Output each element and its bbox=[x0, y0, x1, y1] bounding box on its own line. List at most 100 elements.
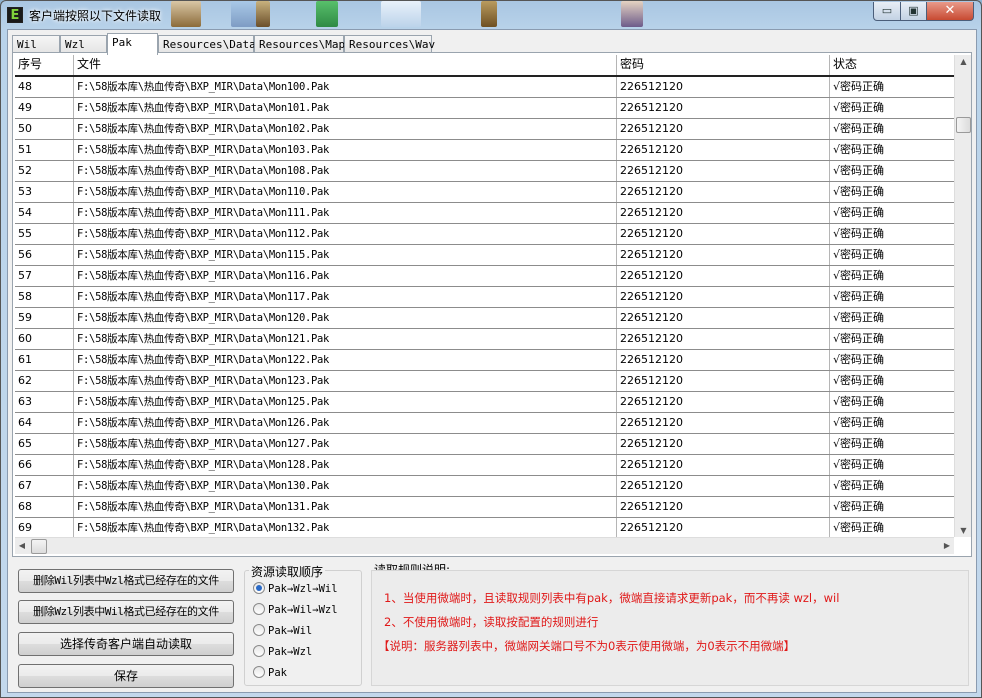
cell-password: 226512120 bbox=[617, 434, 830, 454]
cell-file: F:\58版本库\热血传奇\BXP_MIR\Data\Mon112.Pak bbox=[74, 224, 617, 244]
cell-index: 63 bbox=[15, 392, 74, 412]
cell-file: F:\58版本库\热血传奇\BXP_MIR\Data\Mon103.Pak bbox=[74, 140, 617, 160]
cell-index: 56 bbox=[15, 245, 74, 265]
delete-wil-duplicates-button[interactable]: 删除Wil列表中Wzl格式已经存在的文件 bbox=[18, 569, 234, 593]
horizontal-scrollbar[interactable]: ◀ ▶ bbox=[15, 537, 954, 554]
header-status[interactable]: 状态 bbox=[830, 55, 954, 75]
cell-file: F:\58版本库\热血传奇\BXP_MIR\Data\Mon110.Pak bbox=[74, 182, 617, 202]
cell-index: 50 bbox=[15, 119, 74, 139]
cell-index: 49 bbox=[15, 98, 74, 118]
vertical-scroll-thumb[interactable] bbox=[956, 117, 971, 133]
pak-tab-panel: 序号 文件 密码 状态 48 F:\58版本库\热血传奇\BXP_MIR\Data… bbox=[12, 52, 972, 557]
cell-password: 226512120 bbox=[617, 518, 830, 537]
order-option-pak-wil[interactable]: Pak→Wil bbox=[253, 623, 312, 639]
save-button[interactable]: 保存 bbox=[18, 664, 234, 688]
cell-file: F:\58版本库\热血传奇\BXP_MIR\Data\Mon128.Pak bbox=[74, 455, 617, 475]
cell-password: 226512120 bbox=[617, 224, 830, 244]
table-row[interactable]: 64 F:\58版本库\热血传奇\BXP_MIR\Data\Mon126.Pak 2… bbox=[15, 413, 954, 434]
vertical-scrollbar[interactable]: ▲ ▼ bbox=[954, 55, 971, 537]
horizontal-scroll-thumb[interactable] bbox=[31, 539, 47, 554]
table-row[interactable]: 65 F:\58版本库\热血传奇\BXP_MIR\Data\Mon127.Pak 2… bbox=[15, 434, 954, 455]
cell-password: 226512120 bbox=[617, 455, 830, 475]
close-button[interactable]: ✕ bbox=[926, 2, 974, 21]
cell-file: F:\58版本库\热血传奇\BXP_MIR\Data\Mon108.Pak bbox=[74, 161, 617, 181]
cell-password: 226512120 bbox=[617, 308, 830, 328]
header-index[interactable]: 序号 bbox=[15, 55, 74, 75]
cell-status: √密码正确 bbox=[833, 290, 885, 303]
header-password[interactable]: 密码 bbox=[617, 55, 830, 75]
table-row[interactable]: 54 F:\58版本库\热血传奇\BXP_MIR\Data\Mon111.Pak 2… bbox=[15, 203, 954, 224]
auto-read-client-button[interactable]: 选择传奇客户端自动读取 bbox=[18, 632, 234, 656]
cell-index: 65 bbox=[15, 434, 74, 454]
table-row[interactable]: 63 F:\58版本库\热血传奇\BXP_MIR\Data\Mon125.Pak 2… bbox=[15, 392, 954, 413]
cell-password: 226512120 bbox=[617, 329, 830, 349]
client-area: Wil Wzl Pak Resources\Data Resources\Map… bbox=[7, 29, 977, 693]
radio-icon[interactable] bbox=[253, 603, 265, 615]
table-row[interactable]: 58 F:\58版本库\热血传奇\BXP_MIR\Data\Mon117.Pak 2… bbox=[15, 287, 954, 308]
order-option-pak[interactable]: Pak bbox=[253, 665, 287, 681]
order-option-pak-wzl-wil[interactable]: Pak→Wzl→Wil bbox=[253, 581, 338, 597]
cell-file: F:\58版本库\热血传奇\BXP_MIR\Data\Mon131.Pak bbox=[74, 497, 617, 517]
file-list-table: 序号 文件 密码 状态 48 F:\58版本库\热血传奇\BXP_MIR\Data… bbox=[15, 55, 954, 537]
cell-status: √密码正确 bbox=[833, 269, 885, 282]
order-option-pak-wzl[interactable]: Pak→Wzl bbox=[253, 644, 312, 660]
cell-password: 226512120 bbox=[617, 476, 830, 496]
table-row[interactable]: 51 F:\58版本库\热血传奇\BXP_MIR\Data\Mon103.Pak 2… bbox=[15, 140, 954, 161]
table-row[interactable]: 68 F:\58版本库\热血传奇\BXP_MIR\Data\Mon131.Pak 2… bbox=[15, 497, 954, 518]
title-bar-background bbox=[161, 1, 881, 27]
table-row[interactable]: 66 F:\58版本库\热血传奇\BXP_MIR\Data\Mon128.Pak 2… bbox=[15, 455, 954, 476]
radio-icon[interactable] bbox=[253, 645, 265, 657]
tab-pak[interactable]: Pak bbox=[107, 33, 158, 55]
cell-status: √密码正确 bbox=[833, 227, 885, 240]
cell-password: 226512120 bbox=[617, 203, 830, 223]
scroll-right-icon[interactable]: ▶ bbox=[940, 541, 954, 550]
cell-status: √密码正确 bbox=[833, 206, 885, 219]
cell-password: 226512120 bbox=[617, 140, 830, 160]
cell-index: 62 bbox=[15, 371, 74, 391]
scroll-down-icon[interactable]: ▼ bbox=[955, 526, 972, 535]
header-file[interactable]: 文件 bbox=[74, 55, 617, 75]
cell-file: F:\58版本库\热血传奇\BXP_MIR\Data\Mon132.Pak bbox=[74, 518, 617, 537]
cell-index: 67 bbox=[15, 476, 74, 496]
table-row[interactable]: 57 F:\58版本库\热血传奇\BXP_MIR\Data\Mon116.Pak 2… bbox=[15, 266, 954, 287]
table-row[interactable]: 59 F:\58版本库\热血传奇\BXP_MIR\Data\Mon120.Pak 2… bbox=[15, 308, 954, 329]
table-row[interactable]: 50 F:\58版本库\热血传奇\BXP_MIR\Data\Mon102.Pak 2… bbox=[15, 119, 954, 140]
delete-wzl-duplicates-button[interactable]: 删除Wzl列表中Wil格式已经存在的文件 bbox=[18, 600, 234, 624]
title-bar[interactable]: E 客户端按照以下文件读取 ▭ ▣ ✕ bbox=[1, 1, 981, 29]
table-row[interactable]: 69 F:\58版本库\热血传奇\BXP_MIR\Data\Mon132.Pak 2… bbox=[15, 518, 954, 537]
resource-order-group: 资源读取顺序 Pak→Wzl→Wil Pak→Wil→Wzl Pak→Wil P… bbox=[244, 563, 362, 686]
cell-index: 54 bbox=[15, 203, 74, 223]
radio-selected-icon[interactable] bbox=[253, 582, 265, 594]
cell-status: √密码正确 bbox=[833, 248, 885, 261]
radio-icon[interactable] bbox=[253, 624, 265, 636]
cell-file: F:\58版本库\热血传奇\BXP_MIR\Data\Mon116.Pak bbox=[74, 266, 617, 286]
table-row[interactable]: 53 F:\58版本库\热血传奇\BXP_MIR\Data\Mon110.Pak 2… bbox=[15, 182, 954, 203]
scroll-left-icon[interactable]: ◀ bbox=[15, 541, 29, 550]
table-row[interactable]: 56 F:\58版本库\热血传奇\BXP_MIR\Data\Mon115.Pak 2… bbox=[15, 245, 954, 266]
cell-file: F:\58版本库\热血传奇\BXP_MIR\Data\Mon130.Pak bbox=[74, 476, 617, 496]
radio-icon[interactable] bbox=[253, 666, 265, 678]
cell-status: √密码正确 bbox=[833, 164, 885, 177]
table-row[interactable]: 61 F:\58版本库\热血传奇\BXP_MIR\Data\Mon122.Pak 2… bbox=[15, 350, 954, 371]
cell-password: 226512120 bbox=[617, 245, 830, 265]
table-row[interactable]: 67 F:\58版本库\热血传奇\BXP_MIR\Data\Mon130.Pak 2… bbox=[15, 476, 954, 497]
table-row[interactable]: 48 F:\58版本库\热血传奇\BXP_MIR\Data\Mon100.Pak 2… bbox=[15, 77, 954, 98]
table-row[interactable]: 55 F:\58版本库\热血传奇\BXP_MIR\Data\Mon112.Pak 2… bbox=[15, 224, 954, 245]
table-row[interactable]: 62 F:\58版本库\热血传奇\BXP_MIR\Data\Mon123.Pak 2… bbox=[15, 371, 954, 392]
cell-password: 226512120 bbox=[617, 350, 830, 370]
table-row[interactable]: 49 F:\58版本库\热血传奇\BXP_MIR\Data\Mon101.Pak 2… bbox=[15, 98, 954, 119]
cell-password: 226512120 bbox=[617, 497, 830, 517]
cell-status: √密码正确 bbox=[833, 80, 885, 93]
cell-file: F:\58版本库\热血传奇\BXP_MIR\Data\Mon111.Pak bbox=[74, 203, 617, 223]
cell-index: 53 bbox=[15, 182, 74, 202]
cell-index: 59 bbox=[15, 308, 74, 328]
table-row[interactable]: 52 F:\58版本库\热血传奇\BXP_MIR\Data\Mon108.Pak 2… bbox=[15, 161, 954, 182]
scroll-up-icon[interactable]: ▲ bbox=[955, 57, 972, 66]
cell-index: 61 bbox=[15, 350, 74, 370]
maximize-button[interactable]: ▣ bbox=[900, 2, 927, 21]
minimize-button[interactable]: ▭ bbox=[873, 2, 901, 21]
cell-file: F:\58版本库\热血传奇\BXP_MIR\Data\Mon102.Pak bbox=[74, 119, 617, 139]
order-option-pak-wil-wzl[interactable]: Pak→Wil→Wzl bbox=[253, 602, 338, 618]
cell-index: 64 bbox=[15, 413, 74, 433]
table-row[interactable]: 60 F:\58版本库\热血传奇\BXP_MIR\Data\Mon121.Pak 2… bbox=[15, 329, 954, 350]
